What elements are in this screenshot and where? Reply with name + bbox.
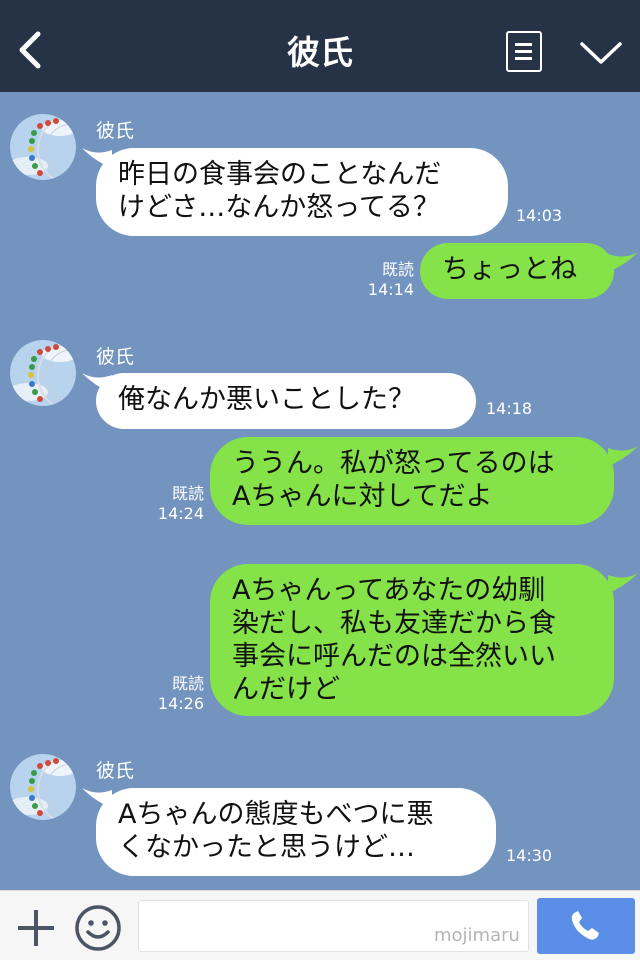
read-status: 既読 [381, 260, 414, 279]
menu-button[interactable] [506, 31, 542, 72]
message-line: Aちゃんってあなたの幼馴 [232, 575, 546, 606]
ferris-wheel-avatar-icon [10, 114, 76, 180]
add-button[interactable] [16, 908, 56, 948]
message-time: 14:24 [157, 504, 204, 523]
message-line: 俺なんか悪いことした？ [118, 384, 415, 415]
sender-name: 彼氏 [96, 760, 135, 782]
plus-icon [18, 910, 54, 946]
read-receipt: 既読 14:26 [150, 674, 204, 714]
chevron-down-icon [580, 42, 622, 64]
incoming-message-bubble[interactable]: 昨日の食事会のことなんだ けどさ…なんか怒ってる？ [96, 148, 508, 236]
read-status: 既読 [171, 484, 204, 503]
message-line: んだけど [232, 674, 340, 705]
avatar[interactable] [10, 114, 76, 180]
message-input[interactable] [138, 900, 529, 952]
sticker-button[interactable] [74, 904, 122, 952]
read-receipt: 既読 14:14 [360, 260, 414, 300]
sender-name: 彼氏 [96, 346, 135, 368]
message-time: 14:30 [506, 846, 553, 865]
collapse-button[interactable] [578, 38, 624, 68]
message-line: ちょっとね [442, 254, 577, 285]
bubble-tail [608, 252, 638, 272]
outgoing-message-bubble[interactable]: ちょっとね [420, 243, 614, 299]
input-bar: mojimaru [0, 890, 640, 960]
sender-name: 彼氏 [96, 120, 135, 142]
message-line: 昨日の食事会のことなんだ [118, 159, 442, 190]
bubble-tail [608, 446, 638, 466]
read-receipt: 既読 14:24 [150, 484, 204, 524]
outgoing-message-bubble[interactable]: ううん。私が怒ってるのは Aちゃんに対してだよ [210, 437, 614, 525]
ferris-wheel-avatar-icon [10, 754, 76, 820]
smiley-icon [75, 905, 121, 951]
phone-icon [571, 911, 599, 940]
incoming-message-bubble[interactable]: Aちゃんの態度もべつに悪 くなかったと思うけど… [96, 788, 496, 876]
avatar[interactable] [10, 754, 76, 820]
message-line: Aちゃんに対してだよ [232, 481, 493, 512]
message-list[interactable]: 彼氏 昨日の食事会のことなんだ けどさ…なんか怒ってる？ 14:03 既読 14… [0, 92, 640, 890]
read-status: 既読 [171, 674, 204, 693]
incoming-message-bubble[interactable]: 俺なんか悪いことした？ [96, 373, 476, 429]
message-line: 事会に呼んだのは全然いい [232, 641, 556, 672]
avatar[interactable] [10, 340, 76, 406]
message-time: 14:14 [367, 280, 414, 299]
chat-header: 彼氏 [0, 0, 640, 92]
outgoing-message-bubble[interactable]: Aちゃんってあなたの幼馴 染だし、私も友達だから食 事会に呼んだのは全然いい ん… [210, 564, 614, 716]
message-line: 染だし、私も友達だから食 [232, 608, 556, 639]
message-line: Aちゃんの態度もべつに悪 [118, 799, 434, 830]
message-time: 14:26 [157, 694, 204, 713]
ferris-wheel-avatar-icon [10, 340, 76, 406]
chat-title: 彼氏 [287, 33, 353, 72]
message-time: 14:03 [516, 206, 563, 225]
message-line: けどさ…なんか怒ってる？ [118, 192, 440, 223]
message-line: くなかったと思うけど… [118, 832, 415, 863]
message-time: 14:18 [486, 399, 533, 418]
bubble-tail [608, 573, 638, 593]
message-line: ううん。私が怒ってるのは [232, 448, 555, 479]
call-button[interactable] [537, 898, 635, 954]
